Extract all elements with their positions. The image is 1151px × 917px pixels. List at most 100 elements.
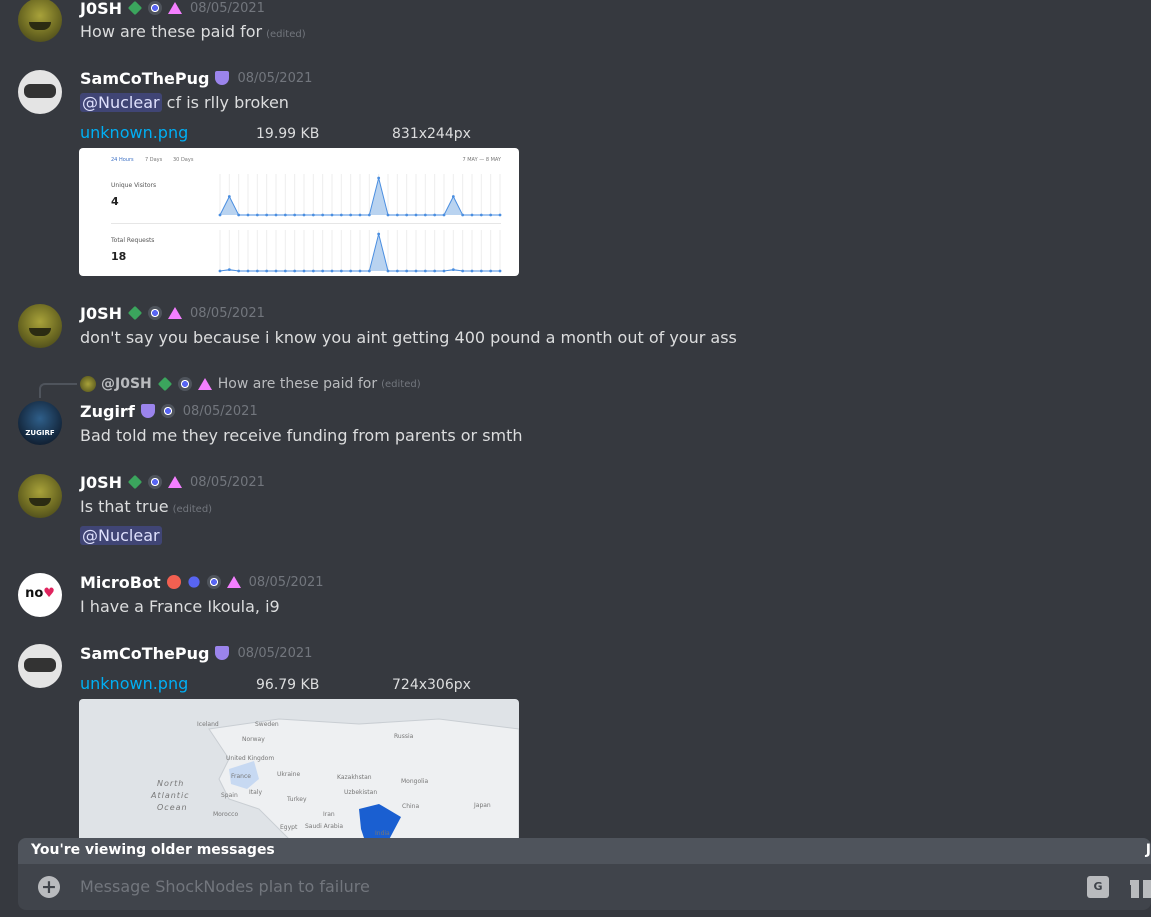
map-label: Ukraine (277, 771, 301, 778)
attachment-link[interactable]: unknown.png (80, 674, 256, 693)
sparkline-point (489, 213, 493, 217)
analytics-tab-30d: 30 Days (173, 157, 194, 163)
reply-preview[interactable]: @J0SH How are these paid for (edited) (80, 376, 421, 392)
diamond-badge-icon[interactable] (127, 305, 143, 321)
hypesquad-badge-icon[interactable] (148, 1, 162, 15)
timestamp[interactable]: 08/05/2021 (237, 646, 312, 661)
message-text: @Nuclear cf is rlly broken (80, 93, 289, 112)
diamond-badge-icon[interactable] (127, 474, 143, 490)
sparkline-point (358, 213, 362, 217)
world-map (89, 718, 519, 859)
sparkline-point (330, 269, 334, 273)
attachment-image-map[interactable]: Iceland Sweden Norway Russia United Kingdom F… (79, 699, 519, 859)
sparkline-point (414, 213, 418, 217)
triangle-badge-icon[interactable] (168, 476, 182, 488)
username[interactable]: J0SH (80, 0, 122, 18)
translate-icon[interactable]: G (1087, 876, 1109, 898)
message-header: J0SH 08/05/2021 (80, 0, 265, 19)
hypesquad-badge-icon[interactable] (160, 404, 175, 418)
attachment-size: 96.79 KB (256, 677, 320, 693)
map-label: Turkey (287, 796, 307, 803)
avatar-text: no♥ (25, 586, 55, 601)
hypesquad-badge-icon[interactable] (148, 306, 162, 320)
hypesquad-badge-icon[interactable] (206, 575, 221, 589)
sparkline-point (367, 269, 371, 273)
triangle-badge-icon[interactable] (168, 2, 182, 14)
sparkline-point (433, 213, 437, 217)
sparkline-point (321, 269, 325, 273)
triangle-badge-icon[interactable] (168, 307, 182, 319)
username[interactable]: Zugirf (80, 402, 135, 421)
username[interactable]: SamCoThePug (80, 69, 209, 88)
analytics-tab-24h: 24 Hours (111, 157, 134, 163)
sparkline-point (405, 213, 409, 217)
sparkline-point (461, 213, 465, 217)
message-text-2: @Nuclear (80, 526, 162, 545)
username[interactable]: SamCoThePug (80, 644, 209, 663)
sparkline-point (470, 269, 474, 273)
timestamp[interactable]: 08/05/2021 (249, 575, 324, 590)
sparkline-point (255, 213, 259, 217)
sparkline-point (405, 269, 409, 273)
username[interactable]: J0SH (80, 304, 122, 323)
sparkline-point (386, 269, 390, 273)
sparkline-point (302, 269, 306, 273)
avatar-microbot[interactable]: no♥ (18, 573, 62, 617)
avatar-josh[interactable] (18, 304, 62, 348)
user-mention[interactable]: @Nuclear (80, 93, 162, 112)
sparkline-point (395, 213, 399, 217)
sparkline-point (377, 232, 381, 236)
sparkline-point (321, 213, 325, 217)
username[interactable]: MicroBot (80, 573, 161, 592)
map-label: United Kingdom (226, 755, 275, 762)
timestamp[interactable]: 08/05/2021 (190, 475, 265, 490)
attachment-dimensions: 831x244px (392, 126, 471, 142)
timestamp[interactable]: 08/05/2021 (183, 404, 258, 419)
message-input[interactable]: Message ShockNodes plan to failure (80, 877, 370, 896)
map-label: North (157, 779, 185, 788)
avatar-josh[interactable] (18, 474, 62, 518)
gift-icon[interactable] (1130, 876, 1151, 898)
sparkline-point (349, 213, 353, 217)
attachment-size: 19.99 KB (256, 126, 320, 142)
timestamp[interactable]: 08/05/2021 (237, 71, 312, 86)
partner-badge-icon[interactable] (188, 576, 200, 588)
sparkline-point (358, 269, 362, 273)
diamond-badge-icon[interactable] (127, 0, 143, 16)
map-label: Spain (221, 792, 238, 799)
staff-badge-icon[interactable] (166, 575, 181, 589)
timestamp[interactable]: 08/05/2021 (190, 306, 265, 321)
nitro-badge-icon[interactable] (215, 71, 230, 85)
older-messages-bar[interactable]: You're viewing older messages J (18, 838, 1151, 864)
sparkline-point (498, 269, 502, 273)
map-label: Saudi Arabia (305, 823, 344, 830)
avatar-samcothepug[interactable] (18, 644, 62, 688)
sparkline-point (283, 269, 287, 273)
sparkline-point (311, 213, 315, 217)
avatar-josh[interactable] (18, 0, 62, 42)
jump-to-present-button[interactable]: J (1146, 842, 1151, 858)
hypesquad-badge-icon[interactable] (148, 475, 162, 489)
map-label: Iran (323, 811, 335, 818)
nitro-badge-icon[interactable] (140, 404, 155, 418)
add-attachment-button[interactable]: + (38, 876, 60, 898)
reply-author[interactable]: @J0SH (101, 376, 152, 392)
avatar-zugirf[interactable]: ZUGIRF (18, 401, 62, 445)
avatar-samcothepug[interactable] (18, 70, 62, 114)
sparkline-point (386, 213, 390, 217)
attachment-image-analytics[interactable]: 24 Hours 7 Days 30 Days 7 MAY — 8 MAY Un… (79, 148, 519, 276)
triangle-badge-icon[interactable] (226, 576, 241, 588)
timestamp[interactable]: 08/05/2021 (190, 1, 265, 16)
attachment-info: unknown.png 96.79 KB 724x306px (80, 674, 471, 693)
message-body: How are these paid for (80, 22, 263, 41)
sparkline-point (311, 269, 315, 273)
attachment-link[interactable]: unknown.png (80, 123, 256, 142)
user-mention[interactable]: @Nuclear (80, 526, 162, 545)
sparkline-point (227, 268, 231, 272)
username[interactable]: J0SH (80, 473, 122, 492)
requests-label: Total Requests (111, 237, 155, 244)
nitro-badge-icon[interactable] (215, 646, 230, 660)
sparkline-point (265, 213, 269, 217)
visitors-label: Unique Visitors (111, 182, 157, 189)
map-label: Japan (474, 802, 491, 809)
